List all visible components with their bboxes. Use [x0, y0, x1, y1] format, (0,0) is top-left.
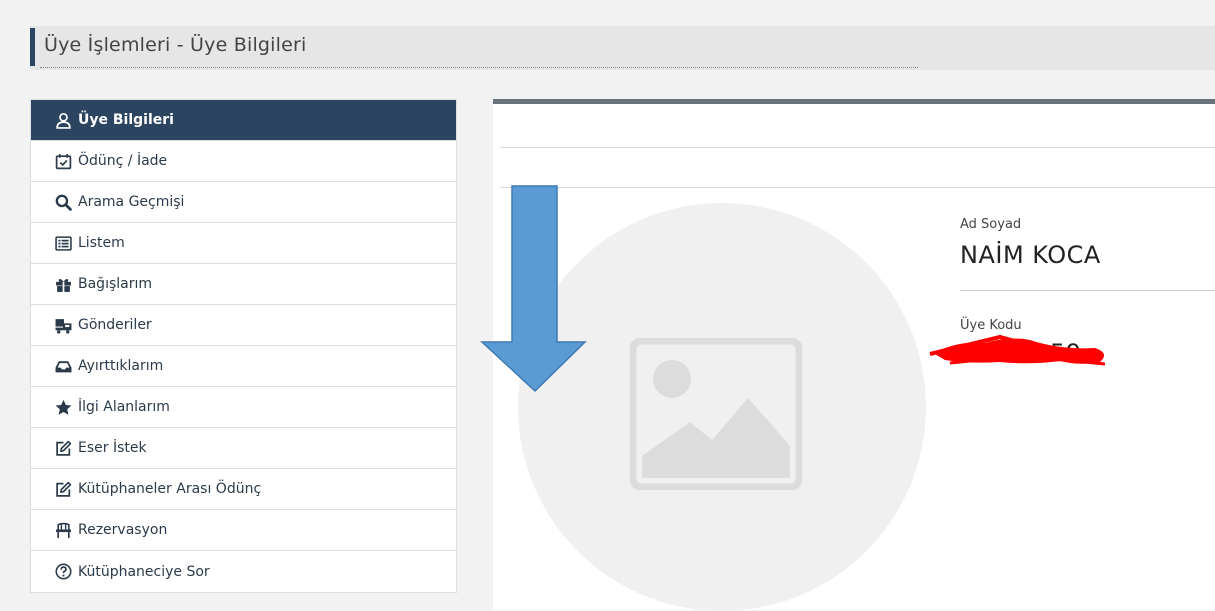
sidebar-item-eser-istek[interactable]: Eser İstek: [31, 428, 456, 469]
image-placeholder-icon: [630, 338, 802, 490]
star-icon: [54, 398, 72, 416]
divider: [500, 187, 1215, 188]
user-icon: [54, 111, 72, 129]
divider: [960, 290, 1215, 291]
name-value: NAİM KOCA: [960, 241, 1101, 269]
gift-icon: [54, 275, 72, 293]
inbox-icon: [54, 357, 72, 375]
sidebar-item-label: Rezervasyon: [78, 522, 168, 538]
avatar: [518, 203, 926, 611]
sidebar-item-rezervasyon[interactable]: Rezervasyon: [31, 510, 456, 551]
sidebar-item-label: Ayırttıklarım: [78, 358, 164, 374]
sidebar-item-kutuphaneciye-sor[interactable]: Kütüphaneciye Sor: [31, 551, 456, 592]
sidebar-item-label: Eser İstek: [78, 440, 147, 456]
sidebar-item-ayirttiklarim[interactable]: Ayırttıklarım: [31, 346, 456, 387]
sidebar-item-bagislarim[interactable]: Bağışlarım: [31, 264, 456, 305]
list-icon: [54, 234, 72, 252]
sidebar-item-listem[interactable]: Listem: [31, 223, 456, 264]
sidebar-item-label: Ödünç / İade: [78, 153, 168, 169]
question-icon: [54, 563, 72, 581]
chair-icon: [54, 521, 72, 539]
profile-panel: Ad Soyad NAİM KOCA Üye Kodu 59: [493, 99, 1215, 611]
panel-top-border: [493, 99, 1215, 104]
member-code-label: Üye Kodu: [960, 318, 1022, 333]
sidebar-item-label: Kütüphaneler Arası Ödünç: [78, 481, 262, 497]
sidebar-menu: Üye Bilgileri Ödünç / İade Arama Geçmişi…: [30, 99, 457, 593]
search-icon: [54, 193, 72, 211]
header-accent-bar: [30, 28, 35, 66]
edit-icon: [54, 439, 72, 457]
sidebar-item-arama-gecmisi[interactable]: Arama Geçmişi: [31, 182, 456, 223]
member-code-value: 59: [1050, 339, 1082, 367]
sidebar-item-gonderiler[interactable]: Gönderiler: [31, 305, 456, 346]
sidebar-item-uye-bilgileri[interactable]: Üye Bilgileri: [31, 100, 456, 141]
sidebar-item-odunc-iade[interactable]: Ödünç / İade: [31, 141, 456, 182]
sidebar-item-label: Üye Bilgileri: [78, 112, 174, 128]
divider: [500, 147, 1215, 148]
sidebar-item-label: Arama Geçmişi: [78, 194, 185, 210]
sidebar-item-label: Gönderiler: [78, 317, 152, 333]
sidebar-item-ilgi-alanlarim[interactable]: İlgi Alanlarım: [31, 387, 456, 428]
calendar-check-icon: [54, 152, 72, 170]
page-title: Üye İşlemleri - Üye Bilgileri: [44, 34, 307, 56]
edit-icon: [54, 480, 72, 498]
sidebar-item-kutuphaneler-arasi-odunc[interactable]: Kütüphaneler Arası Ödünç: [31, 469, 456, 510]
sidebar-item-label: Listem: [78, 235, 125, 251]
sidebar-item-label: Kütüphaneciye Sor: [78, 563, 210, 580]
sidebar-item-label: Bağışlarım: [78, 276, 153, 292]
shipping-icon: [54, 316, 72, 334]
header-divider: [40, 67, 918, 68]
name-label: Ad Soyad: [960, 217, 1022, 232]
sidebar-item-label: İlgi Alanlarım: [78, 399, 170, 415]
